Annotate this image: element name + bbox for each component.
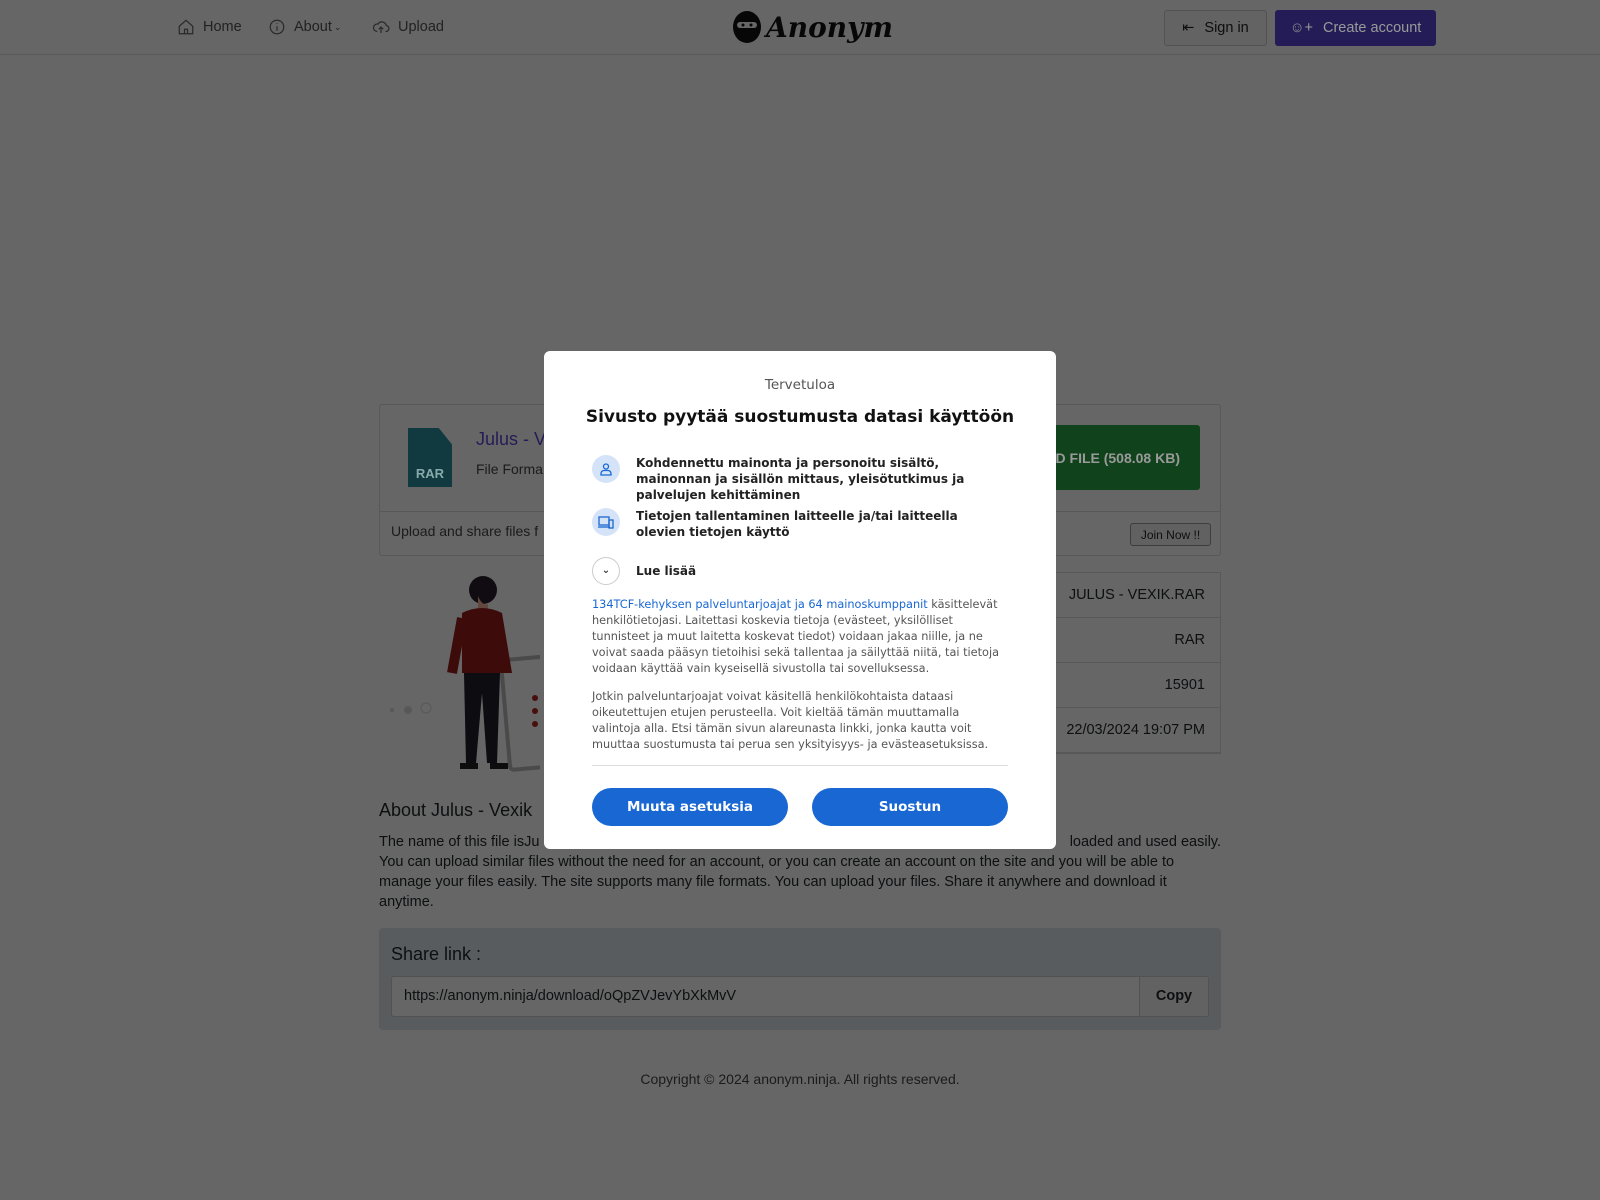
cloud-upload-icon (372, 21, 390, 33)
consent-title: Sivusto pyytää suostumusta datasi käyttö… (585, 407, 1015, 427)
file-format: File Forma (476, 461, 543, 477)
create-account-label: Create account (1322, 20, 1422, 36)
nav-about[interactable]: About ⌄ (268, 18, 341, 36)
top-nav: Home About ⌄ Upload Anonym ⇤ Sign in ☺+ Cre… (0, 0, 1600, 55)
purpose-item: Kohdennettu mainonta ja personoitu sisäl… (592, 455, 1008, 503)
share-input-group: https://anonym.ninja/download/oQpZVJevYb… (391, 976, 1209, 1017)
about-text: You can upload similar files without the… (379, 854, 1175, 910)
sign-in-icon: ⇤ (1182, 20, 1195, 36)
manage-options-button[interactable]: Muuta asetuksia (592, 788, 788, 826)
ninja-logo-icon (733, 11, 761, 43)
sign-in-button[interactable]: ⇤ Sign in (1164, 10, 1267, 46)
nav-home-label: Home (203, 19, 242, 35)
file-title[interactable]: Julus - V (476, 429, 546, 450)
footer-copyright: Copyright © 2024 anonym.ninja. All right… (640, 1071, 960, 1087)
rar-icon-label: RAR (415, 466, 445, 481)
download-label: D FILE (508.08 KB) (1055, 449, 1180, 466)
create-account-button[interactable]: ☺+ Create account (1275, 10, 1436, 46)
share-url-input[interactable]: https://anonym.ninja/download/oQpZVJevYb… (392, 977, 1139, 1016)
chevron-down-icon: ⌄ (333, 21, 342, 32)
divider (592, 765, 1008, 766)
consent-paragraph: 134TCF-kehyksen palveluntarjoajat ja 64 … (592, 597, 1008, 677)
nav-upload[interactable]: Upload (372, 18, 444, 36)
share-link-box: Share link : https://anonym.ninja/downlo… (379, 928, 1221, 1030)
partners-link[interactable]: 134TCF-kehyksen palveluntarjoajat ja 64 … (592, 598, 928, 611)
info-icon (269, 19, 285, 35)
share-label: Share link : (391, 944, 482, 964)
about-line1-end: loaded and used easily. (1069, 834, 1221, 850)
consent-dialog: Tervetuloa Sivusto pyytää suostumusta da… (544, 351, 1056, 849)
illustration-person (390, 576, 540, 772)
consent-paragraph-2: Jotkin palveluntarjoajat voivat käsitell… (592, 690, 989, 751)
read-more-label: Lue lisää (636, 564, 697, 578)
join-now-button[interactable]: Join Now !! (1130, 523, 1211, 546)
logo-text: Anonym (766, 10, 894, 44)
rar-file-icon: RAR (408, 428, 452, 487)
chevron-down-icon: ⌄ (592, 557, 620, 585)
nav-about-label: About (294, 19, 332, 35)
home-icon (178, 19, 194, 35)
read-more-toggle[interactable]: ⌄ Lue lisää (592, 557, 1008, 585)
purpose-text: Tietojen tallentaminen laitteelle ja/tai… (636, 509, 958, 539)
about-line1-start: The name of this file isJu (379, 834, 540, 850)
copy-button[interactable]: Copy (1139, 977, 1208, 1016)
purpose-item: Tietojen tallentaminen laitteelle ja/tai… (592, 508, 1008, 540)
promo-text: Upload and share files f (391, 523, 539, 539)
user-plus-icon: ☺+ (1289, 20, 1313, 36)
devices-icon (592, 508, 620, 536)
purpose-text: Kohdennettu mainonta ja personoitu sisäl… (636, 456, 965, 502)
nav-upload-label: Upload (398, 19, 444, 35)
consent-welcome: Tervetuloa (764, 377, 836, 393)
sign-in-label: Sign in (1204, 20, 1249, 36)
logo[interactable]: Anonym (732, 10, 893, 44)
consent-accept-button[interactable]: Suostun (812, 788, 1008, 826)
nav-home[interactable]: Home (177, 18, 242, 36)
about-heading: About Julus - Vexik (379, 800, 533, 820)
person-icon (592, 455, 620, 483)
